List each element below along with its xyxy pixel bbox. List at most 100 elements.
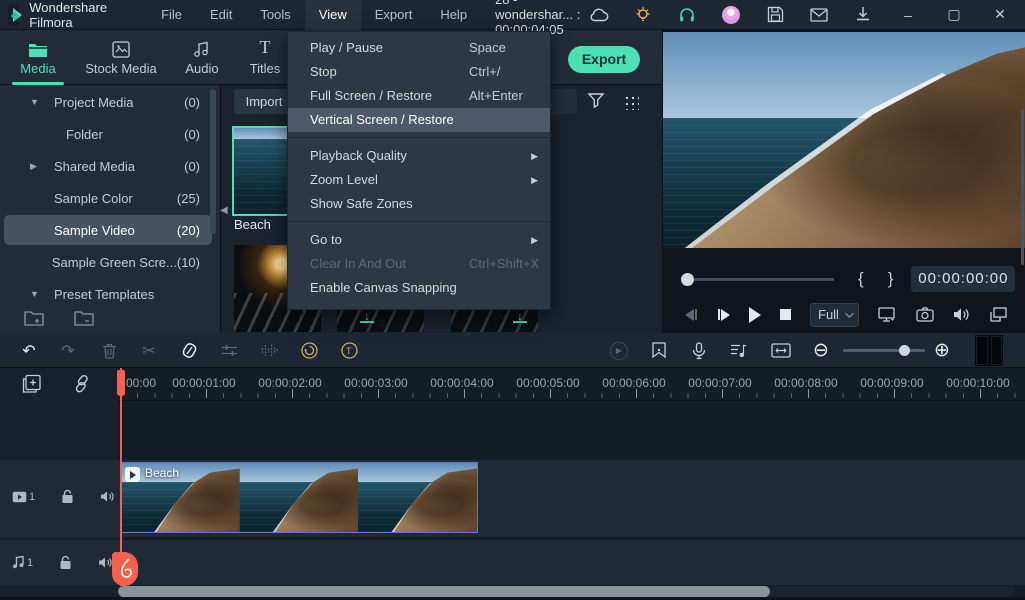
chevron-right-icon[interactable]: ▶ [30,161,40,172]
timeline-ruler[interactable]: 00:00 00:00:01:00 00:00:02:00 00:00:03:0… [118,368,1025,401]
text-to-speech-icon[interactable]: T [338,333,360,368]
chevron-down-icon[interactable]: ▼ [30,289,40,299]
chevron-down-icon[interactable]: ▼ [30,97,40,107]
download-media-icon[interactable]: ↓ [513,310,527,323]
menu-item-enable-canvas-snapping[interactable]: Enable Canvas Snapping [288,276,550,300]
headset-icon[interactable] [677,5,697,25]
cloud-icon[interactable] [589,5,609,25]
menu-item-vertical-screen-restore[interactable]: Vertical Screen / Restore [288,108,550,132]
new-folder-icon[interactable] [24,310,44,326]
keyframe-audio-icon[interactable] [258,333,280,368]
panel-collapse-icon[interactable]: ◀ [220,205,228,216]
menu-item-zoom-level[interactable]: Zoom Level ▶ [288,168,550,192]
quality-dropdown[interactable]: Full [810,302,859,327]
zoom-in-icon[interactable]: ⊕ [931,333,953,368]
seek-handle[interactable] [681,272,694,286]
download-icon[interactable] [853,5,873,25]
menu-tools[interactable]: Tools [246,0,304,30]
timeline-hscroll-thumb[interactable] [118,586,770,597]
timecode-display[interactable]: 00:00:00:00 [911,266,1016,292]
preview-scrollbar[interactable] [1021,110,1024,265]
render-preview-icon[interactable]: ▶ [608,333,630,368]
menu-separator [288,221,550,222]
menu-item-play-pause[interactable]: Play / Pause Space [288,36,550,60]
menu-item-go-to[interactable]: Go to ▶ [288,228,550,252]
menu-view[interactable]: View [304,0,361,30]
display-device-icon[interactable] [878,306,897,323]
zoom-out-icon[interactable]: ⊖ [810,333,832,368]
avatar[interactable] [721,5,741,25]
timeline-clip-beach[interactable]: Beach [120,462,478,533]
menu-item-playback-quality[interactable]: Playback Quality ▶ [288,144,550,168]
tab-stock-media[interactable]: Stock Media [76,36,166,76]
track-height-toggle[interactable] [975,335,1003,366]
motion-tracking-icon[interactable] [298,333,320,368]
speaker-icon[interactable] [953,307,971,322]
menu-help[interactable]: Help [426,0,481,30]
minimize-button[interactable]: – [897,7,919,23]
media-thumb-beach-label: Beach [234,217,271,232]
add-track-icon[interactable] [22,374,42,394]
sidebar-item-folder[interactable]: Folder (0) [4,119,212,149]
voiceover-mic-icon[interactable] [688,333,710,368]
tab-media[interactable]: Media [10,36,66,85]
export-button[interactable]: Export [568,46,640,73]
maximize-button[interactable]: ▢ [943,6,965,23]
zoom-slider-handle[interactable] [899,345,910,356]
close-button[interactable]: ✕ [989,6,1011,23]
menu-item-show-safe-zones[interactable]: Show Safe Zones [288,192,550,216]
seek-track[interactable] [694,277,834,281]
mute-track-icon[interactable] [100,490,115,503]
previous-frame-button[interactable] [685,308,698,321]
import-button[interactable]: Import [234,89,294,114]
redo-icon[interactable]: ↷ [57,333,79,368]
lightbulb-icon[interactable] [633,5,653,25]
split-scissors-icon[interactable]: ✂ [138,333,160,368]
fit-timeline-icon[interactable] [770,333,792,368]
play-button[interactable] [749,306,761,323]
preview-video[interactable] [663,32,1025,248]
video-track[interactable]: 1 Beach [0,460,1025,537]
undo-icon[interactable]: ↶ [18,333,40,368]
sidebar-item-shared-media[interactable]: ▶ Shared Media (0) [4,151,212,181]
tab-titles[interactable]: T Titles [240,36,290,76]
sidebar-item-sample-video[interactable]: Sample Video (20) [4,215,212,245]
crop-tool-icon[interactable] [178,333,200,368]
lock-track-icon[interactable] [59,555,72,570]
sidebar-item-sample-color[interactable]: Sample Color (25) [4,183,212,213]
mail-icon[interactable] [809,5,829,25]
audio-mixer-icon[interactable] [728,333,750,368]
menu-item-full-screen-restore[interactable]: Full Screen / Restore Alt+Enter [288,84,550,108]
marker-icon[interactable] [648,333,670,368]
delete-folder-icon[interactable] [74,310,94,326]
timeline-zoom-slider[interactable] [843,345,925,356]
save-icon[interactable] [765,5,785,25]
download-media-icon[interactable]: ↓ [360,310,374,323]
sidebar-item-project-media[interactable]: ▼ Project Media (0) [4,87,212,117]
delete-icon[interactable] [98,333,120,368]
menu-item-stop[interactable]: Stop Ctrl+/ [288,60,550,84]
stop-button[interactable] [780,309,791,320]
lock-track-icon[interactable] [61,489,74,504]
filter-icon[interactable] [587,91,605,109]
playhead-flag[interactable] [117,370,125,396]
audio-track[interactable]: 1 [0,540,1025,585]
menu-export[interactable]: Export [361,0,427,30]
link-icon[interactable] [72,374,92,394]
tab-audio[interactable]: Audio [176,36,228,76]
menu-file[interactable]: File [147,0,196,30]
submenu-arrow-icon: ▶ [531,175,538,185]
sidebar-item-sample-green-screen[interactable]: Sample Green Scre... (10) [4,247,212,277]
mark-out-button[interactable]: } [888,269,894,289]
sidebar-scrollbar[interactable] [210,89,216,234]
adjust-sliders-icon[interactable] [218,333,240,368]
menu-edit[interactable]: Edit [196,0,246,30]
detach-window-icon[interactable] [990,307,1007,322]
next-frame-button[interactable] [717,308,730,321]
mute-track-icon[interactable] [98,556,113,569]
playhead-grip[interactable] [112,552,138,586]
mark-in-button[interactable]: { [858,269,864,289]
view-grid-icon[interactable] [623,94,639,110]
snapshot-camera-icon[interactable] [916,307,934,322]
app-name: Wondershare Filmora [29,0,108,30]
